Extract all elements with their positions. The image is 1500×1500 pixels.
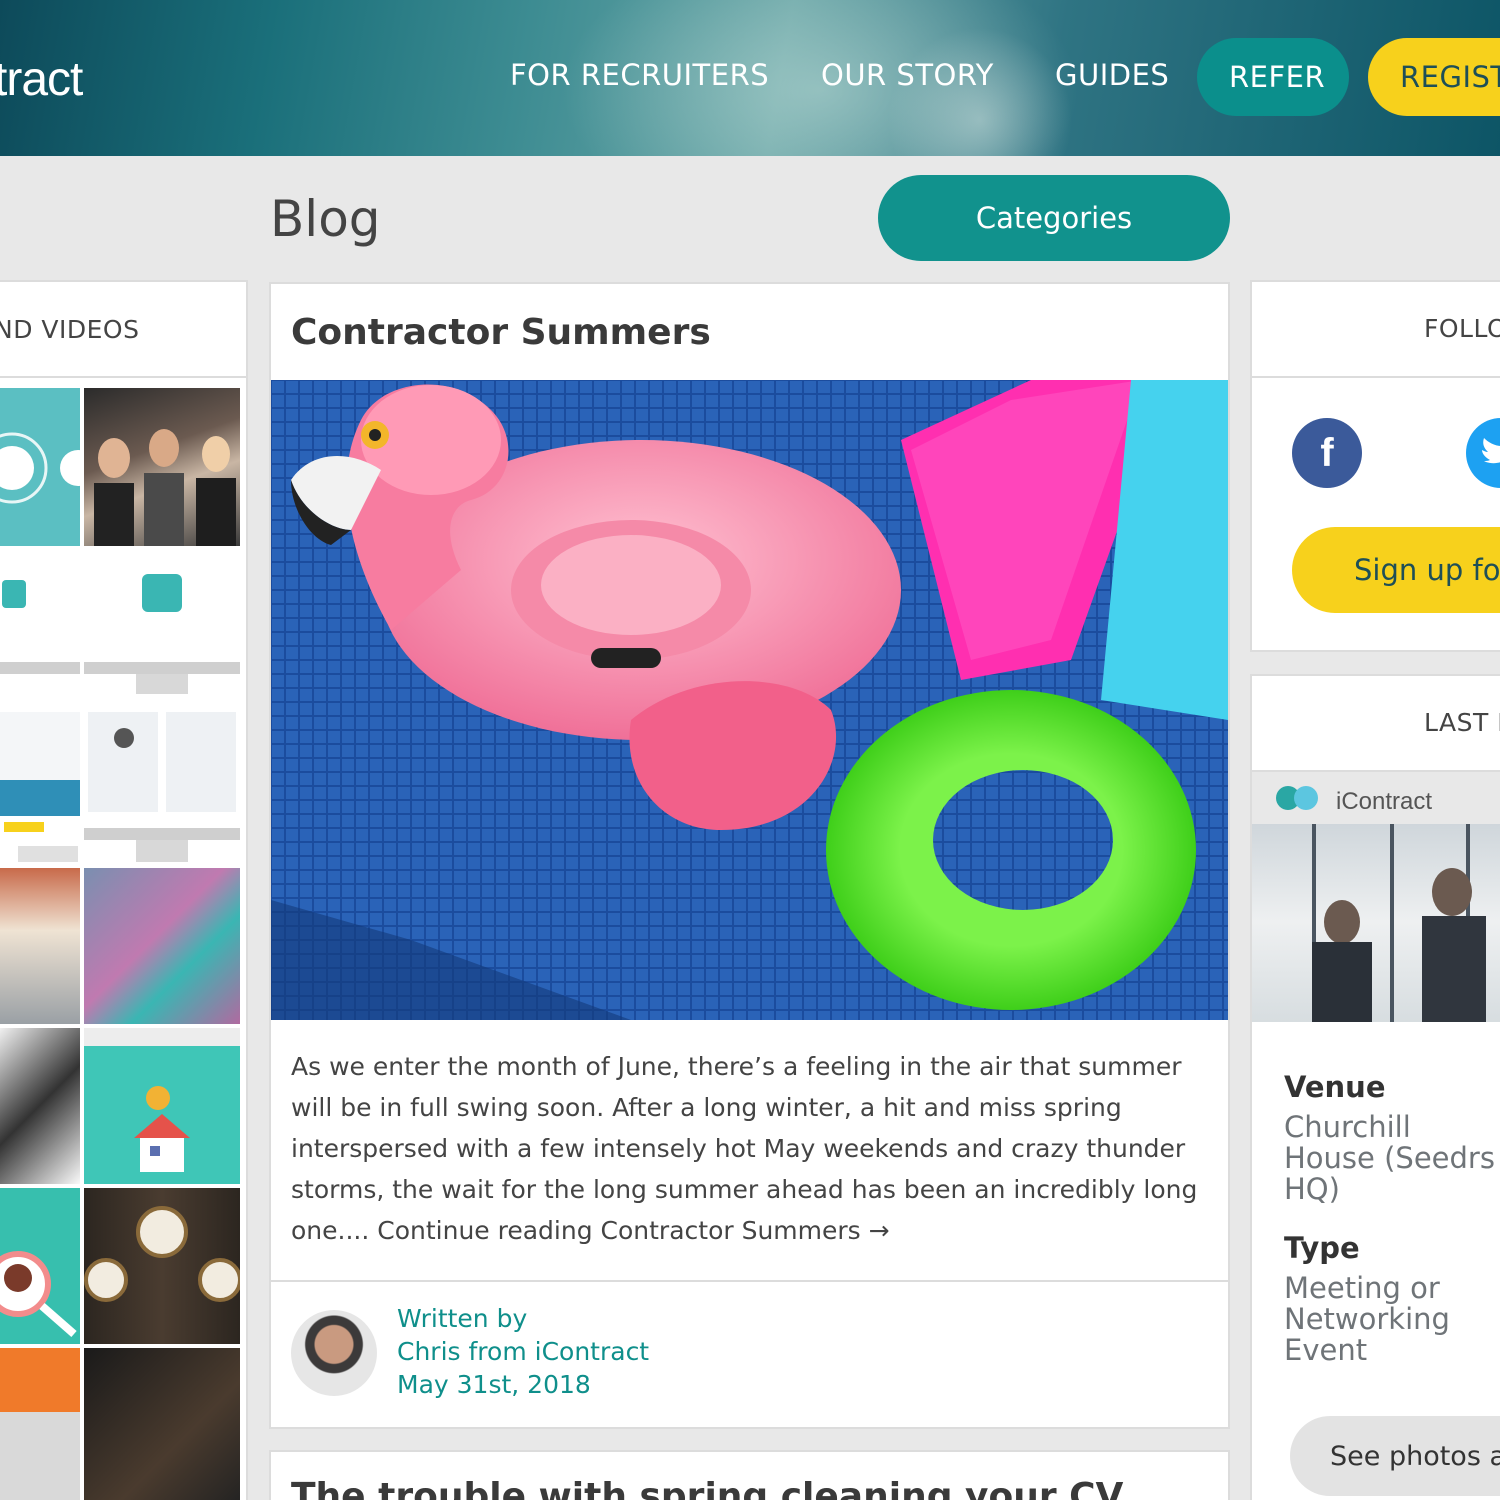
panel-heading: LAST E	[1424, 708, 1500, 737]
app-screenshot-thumbnail[interactable]	[0, 552, 80, 862]
photos-videos-panel: ND VIDEOS	[0, 280, 248, 1500]
bird-glyph	[1482, 438, 1500, 464]
panel-heading: FOLLO	[1424, 314, 1500, 343]
graphic-thumbnail[interactable]	[0, 1188, 80, 1344]
author-avatar[interactable]	[291, 1310, 377, 1396]
event-image[interactable]: iContract	[1252, 772, 1500, 1022]
app-screenshot-thumbnail[interactable]	[84, 552, 240, 862]
author-link[interactable]: Chris from iContract	[397, 1337, 649, 1366]
written-by-label: Written by	[397, 1304, 528, 1333]
nav-for-recruiters[interactable]: FOR RECRUITERS	[510, 58, 769, 92]
thumbs-up-icon	[0, 580, 80, 862]
post-hero-image[interactable]	[271, 380, 1228, 1020]
clocks-thumbnail[interactable]	[84, 1188, 240, 1344]
post-date: May 31st, 2018	[397, 1370, 591, 1399]
categories-button[interactable]: Categories	[878, 175, 1230, 261]
book-photo-thumbnail[interactable]	[84, 1348, 240, 1500]
follow-panel: FOLLO f Sign up for	[1250, 280, 1500, 652]
panel-header: LAST E	[1252, 676, 1500, 772]
refer-button[interactable]: REFER	[1197, 38, 1349, 116]
people-photo-icon	[94, 429, 236, 546]
magnifier-icon	[0, 1251, 77, 1338]
post-title[interactable]: Contractor Summers	[291, 312, 711, 353]
event-photo-thumbnail[interactable]	[84, 388, 240, 546]
newsletter-signup-button[interactable]: Sign up for	[1292, 527, 1500, 613]
nav-guides[interactable]: GUIDES	[1055, 58, 1169, 92]
type-label: Type	[1284, 1231, 1360, 1265]
twitter-icon[interactable]	[1466, 418, 1500, 488]
photo-thumbnail[interactable]	[84, 868, 240, 1024]
graphic-thumbnail[interactable]	[84, 1028, 240, 1184]
person-photo-thumbnail[interactable]	[0, 1348, 80, 1500]
nav-our-story[interactable]: OUR STORY	[821, 58, 994, 92]
photo-thumbnail[interactable]	[0, 1028, 80, 1184]
blog-post-card: Contractor Summers As we enter the month…	[269, 282, 1230, 1429]
venue-label: Venue	[1284, 1070, 1386, 1104]
thumbs-up-icon	[84, 574, 240, 862]
clock-icon	[84, 1206, 240, 1302]
register-button[interactable]: REGIST	[1368, 38, 1500, 116]
house-icon	[84, 1028, 240, 1172]
post-excerpt: As we enter the month of June, there’s a…	[291, 1052, 1198, 1245]
post-title[interactable]: The trouble with spring cleaning your CV	[291, 1476, 1123, 1500]
video-thumbnail[interactable]	[0, 388, 80, 546]
panel-header: FOLLO	[1252, 282, 1500, 378]
site-header: tract FOR RECRUITERS OUR STORY GUIDES RE…	[0, 0, 1500, 156]
photo-thumbnail[interactable]	[0, 868, 80, 1024]
event-brand-label: iContract	[1336, 788, 1433, 815]
pool-floats-illustration	[271, 380, 1228, 1020]
panel-header: ND VIDEOS	[0, 282, 246, 378]
panel-heading: ND VIDEOS	[0, 314, 140, 344]
divider	[271, 1280, 1228, 1282]
blog-post-card: The trouble with spring cleaning your CV	[269, 1450, 1230, 1500]
facebook-icon[interactable]: f	[1292, 418, 1362, 488]
venue-value: Churchill House (Seedrs HQ)	[1284, 1110, 1495, 1206]
app-graphic-icon	[0, 432, 80, 504]
see-photos-button[interactable]: See photos a	[1290, 1416, 1500, 1496]
page-title: Blog	[270, 190, 381, 248]
type-value: Meeting or Networking Event	[1284, 1271, 1450, 1367]
site-logo[interactable]: tract	[0, 52, 83, 107]
last-event-panel: LAST E iContract Venue Churchill House (…	[1250, 674, 1500, 1500]
